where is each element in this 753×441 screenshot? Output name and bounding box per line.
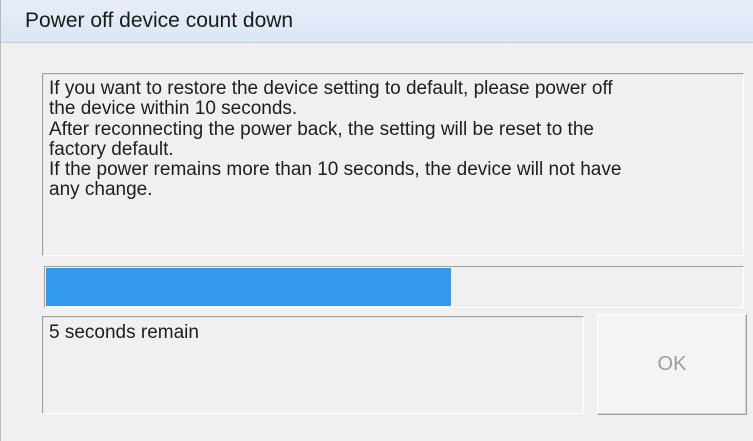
title-bar[interactable]: Power off device count down <box>1 0 753 43</box>
progress-fill <box>46 268 451 306</box>
window-bottom-edge <box>1 429 753 441</box>
countdown-progress-bar <box>44 266 744 308</box>
message-line: any change. <box>49 179 153 201</box>
status-box: 5 seconds remain <box>42 316 584 414</box>
status-text: 5 seconds remain <box>49 322 199 343</box>
window-title: Power off device count down <box>25 9 294 32</box>
message-text: If you want to restore the device settin… <box>49 78 737 201</box>
message-line: After reconnecting the power back, the s… <box>49 118 594 140</box>
countdown-dialog: Power off device count down If you want … <box>0 0 753 441</box>
message-line: If the power remains more than 10 second… <box>49 159 622 181</box>
message-line: If you want to restore the device settin… <box>49 78 613 99</box>
message-line: factory default. <box>49 138 174 160</box>
ok-button[interactable]: OK <box>597 314 747 415</box>
message-box: If you want to restore the device settin… <box>42 73 744 256</box>
message-line: the device within 10 seconds. <box>49 98 298 120</box>
